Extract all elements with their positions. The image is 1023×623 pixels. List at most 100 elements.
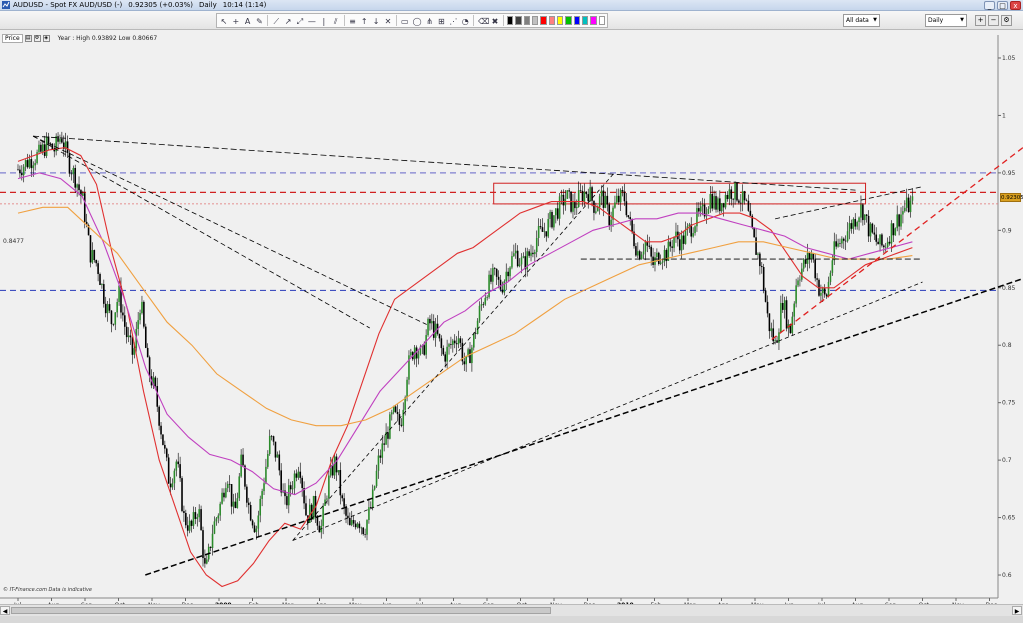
candle-body[interactable] bbox=[312, 495, 315, 520]
candle-body[interactable] bbox=[396, 411, 399, 415]
candle-body[interactable] bbox=[295, 473, 298, 478]
candle-body[interactable] bbox=[760, 266, 763, 268]
candle-body[interactable] bbox=[522, 256, 525, 258]
cursor-icon[interactable]: ↖ bbox=[219, 15, 229, 26]
candle-body[interactable] bbox=[802, 259, 805, 269]
chart-settings-button[interactable]: ⚙ bbox=[1001, 15, 1012, 26]
candle-body[interactable] bbox=[280, 470, 282, 493]
candle-body[interactable] bbox=[70, 173, 73, 175]
candle-body[interactable] bbox=[99, 273, 101, 286]
candle-body[interactable] bbox=[884, 247, 887, 248]
candle-body[interactable] bbox=[219, 503, 221, 516]
candle-body[interactable] bbox=[637, 251, 639, 256]
fib-icon[interactable]: ≡ bbox=[347, 15, 357, 26]
candle-body[interactable] bbox=[856, 222, 858, 227]
candle-body[interactable] bbox=[785, 300, 788, 329]
candle-body[interactable] bbox=[715, 196, 717, 210]
candle-body[interactable] bbox=[757, 253, 759, 255]
candle-body[interactable] bbox=[795, 285, 797, 304]
candle-body[interactable] bbox=[158, 406, 160, 426]
candle-body[interactable] bbox=[688, 224, 691, 227]
candle-body[interactable] bbox=[482, 304, 485, 305]
candle-body[interactable] bbox=[829, 272, 832, 282]
candle-body[interactable] bbox=[902, 211, 904, 215]
candle-body[interactable] bbox=[541, 227, 544, 232]
gann-icon[interactable]: ✕ bbox=[383, 15, 393, 26]
candle-body[interactable] bbox=[103, 284, 105, 304]
candle-body[interactable] bbox=[465, 356, 467, 365]
candle-body[interactable] bbox=[74, 167, 77, 188]
candle-body[interactable] bbox=[850, 223, 853, 229]
candle-body[interactable] bbox=[545, 231, 548, 237]
candle-body[interactable] bbox=[764, 290, 767, 302]
candle-body[interactable] bbox=[173, 470, 176, 484]
candle-body[interactable] bbox=[825, 294, 828, 297]
candle-body[interactable] bbox=[848, 223, 851, 232]
candle-body[interactable] bbox=[474, 333, 477, 334]
candle-body[interactable] bbox=[873, 232, 876, 235]
candle-body[interactable] bbox=[129, 335, 132, 338]
candle-body[interactable] bbox=[883, 245, 885, 248]
candle-body[interactable] bbox=[627, 215, 630, 218]
candle-body[interactable] bbox=[907, 197, 910, 213]
candle-body[interactable] bbox=[268, 435, 271, 454]
candle-body[interactable] bbox=[490, 274, 492, 282]
close-button[interactable]: x bbox=[1010, 0, 1021, 10]
candle-body[interactable] bbox=[47, 136, 50, 144]
candle-body[interactable] bbox=[213, 521, 216, 534]
candle-body[interactable] bbox=[753, 227, 755, 238]
candle-body[interactable] bbox=[244, 465, 246, 487]
scroll-right-arrow-icon[interactable]: ▶ bbox=[1012, 606, 1022, 615]
candle-body[interactable] bbox=[286, 496, 288, 506]
candle-body[interactable] bbox=[238, 476, 241, 499]
candle-body[interactable] bbox=[274, 441, 277, 458]
color-swatch[interactable] bbox=[531, 16, 539, 25]
trend-line[interactable] bbox=[145, 277, 1023, 576]
candle-body[interactable] bbox=[272, 436, 275, 442]
candle-body[interactable] bbox=[164, 444, 166, 449]
candle-body[interactable] bbox=[297, 471, 300, 478]
candle-body[interactable] bbox=[446, 346, 448, 362]
candle-body[interactable] bbox=[17, 169, 19, 171]
candle-body[interactable] bbox=[429, 318, 431, 324]
candle-body[interactable] bbox=[223, 492, 225, 498]
candle-body[interactable] bbox=[68, 152, 71, 174]
candle-body[interactable] bbox=[360, 527, 363, 529]
candle-body[interactable] bbox=[391, 412, 393, 415]
color-swatch[interactable] bbox=[573, 16, 581, 25]
candle-body[interactable] bbox=[842, 238, 845, 241]
panel-label[interactable]: Price bbox=[2, 34, 23, 43]
candle-body[interactable] bbox=[810, 253, 813, 260]
candle-body[interactable] bbox=[678, 239, 681, 251]
candle-body[interactable] bbox=[692, 233, 694, 237]
candle-body[interactable] bbox=[762, 267, 765, 291]
color-swatch[interactable] bbox=[556, 16, 564, 25]
candle-body[interactable] bbox=[890, 223, 893, 244]
eraser-icon[interactable]: ⌫ bbox=[477, 15, 489, 26]
candle-body[interactable] bbox=[720, 203, 723, 212]
candle-body[interactable] bbox=[354, 523, 357, 528]
candle-body[interactable] bbox=[497, 276, 500, 280]
fan-icon[interactable]: ⋰ bbox=[448, 15, 458, 26]
candle-body[interactable] bbox=[148, 357, 151, 377]
candle-body[interactable] bbox=[671, 246, 673, 248]
candle-body[interactable] bbox=[45, 136, 48, 156]
candle-body[interactable] bbox=[503, 281, 506, 293]
candle-body[interactable] bbox=[362, 527, 364, 535]
trend-line[interactable] bbox=[292, 281, 923, 541]
candle-body[interactable] bbox=[478, 305, 481, 321]
candle-body[interactable] bbox=[745, 200, 748, 201]
candle-body[interactable] bbox=[211, 533, 214, 548]
trendline-icon[interactable]: ⟋ bbox=[271, 15, 281, 26]
candle-body[interactable] bbox=[709, 194, 712, 209]
candle-body[interactable] bbox=[535, 237, 538, 253]
candle-body[interactable] bbox=[776, 340, 778, 343]
candle-body[interactable] bbox=[629, 217, 631, 220]
candle-body[interactable] bbox=[61, 138, 63, 143]
candle-body[interactable] bbox=[888, 241, 891, 244]
candle-body[interactable] bbox=[471, 347, 473, 364]
candle-body[interactable] bbox=[740, 202, 742, 204]
arrow-down-icon[interactable]: ↓ bbox=[371, 15, 381, 26]
resistance-zone[interactable] bbox=[493, 182, 867, 205]
cycle-icon[interactable]: ◔ bbox=[460, 15, 470, 26]
